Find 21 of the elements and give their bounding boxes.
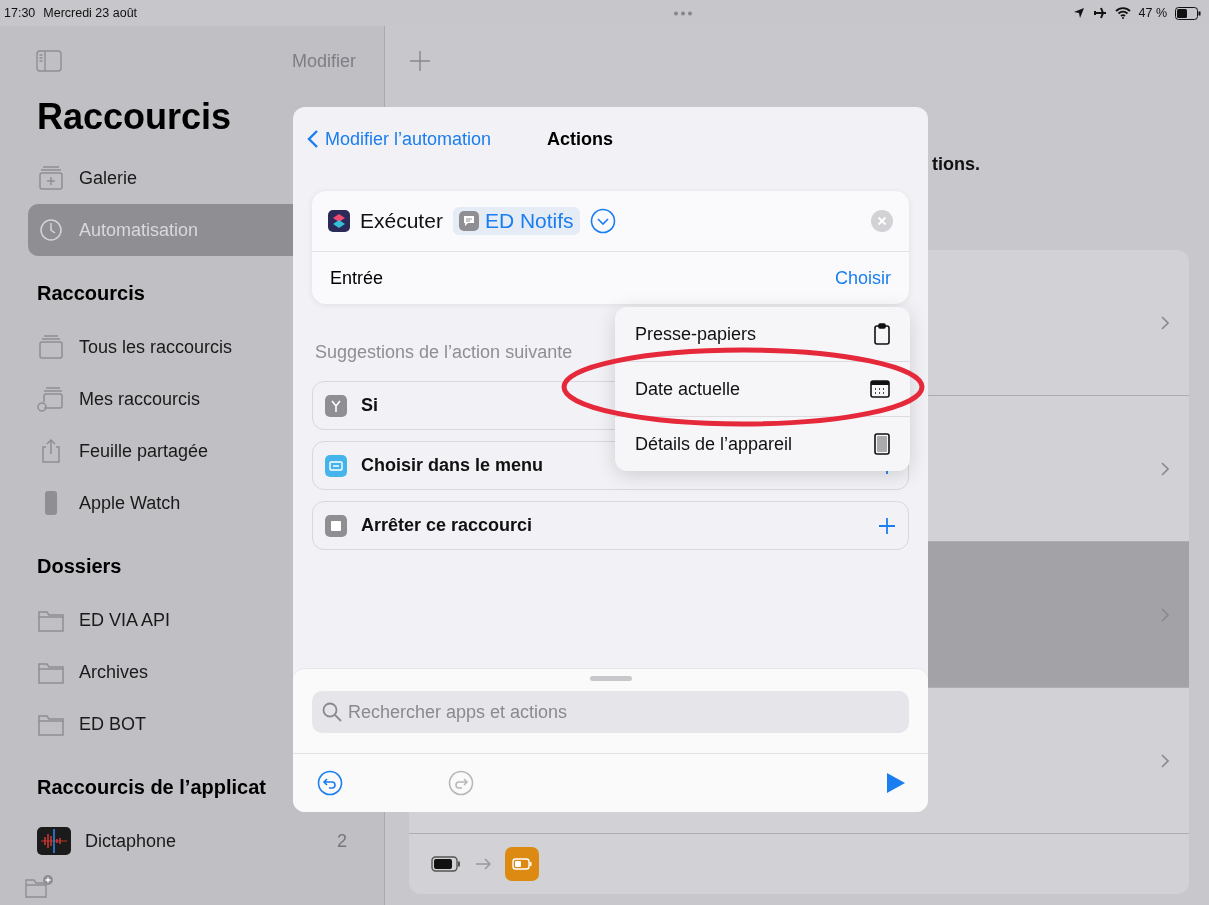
status-time: 17:30	[4, 6, 36, 20]
search-field[interactable]: Rechercher apps et actions	[312, 691, 909, 733]
battery-percent: 47 %	[1138, 6, 1167, 20]
subtitle-text: tions.	[932, 154, 980, 175]
choose-button[interactable]: Choisir	[835, 267, 891, 289]
sidebar-item[interactable]: ED VIA API	[28, 594, 356, 646]
action-verb: Exécuter	[360, 209, 443, 233]
section-title: Raccourcis de l’applicat	[37, 776, 266, 799]
sidebar-title: Raccourcis	[37, 96, 232, 139]
dialog-title: Actions	[547, 128, 614, 150]
sidebar-item[interactable]: Dictaphone 2	[28, 815, 356, 867]
input-label: Entrée	[330, 267, 384, 289]
section-title: Dossiers	[37, 555, 122, 578]
sidebar-item[interactable]: Galerie	[28, 152, 356, 204]
suggestions-title: Suggestions de l’action suivante	[315, 342, 573, 363]
back-button[interactable]: Modifier l’automation	[307, 128, 492, 150]
section-title: Raccourcis	[37, 282, 145, 305]
menu-item[interactable]: Date actuelle	[615, 362, 910, 417]
suggestion-item[interactable]: Arrêter ce raccourci	[312, 501, 909, 550]
menu-item[interactable]: Presse-papiers	[615, 307, 910, 362]
status-date: Mercredi 23 août	[43, 6, 138, 20]
